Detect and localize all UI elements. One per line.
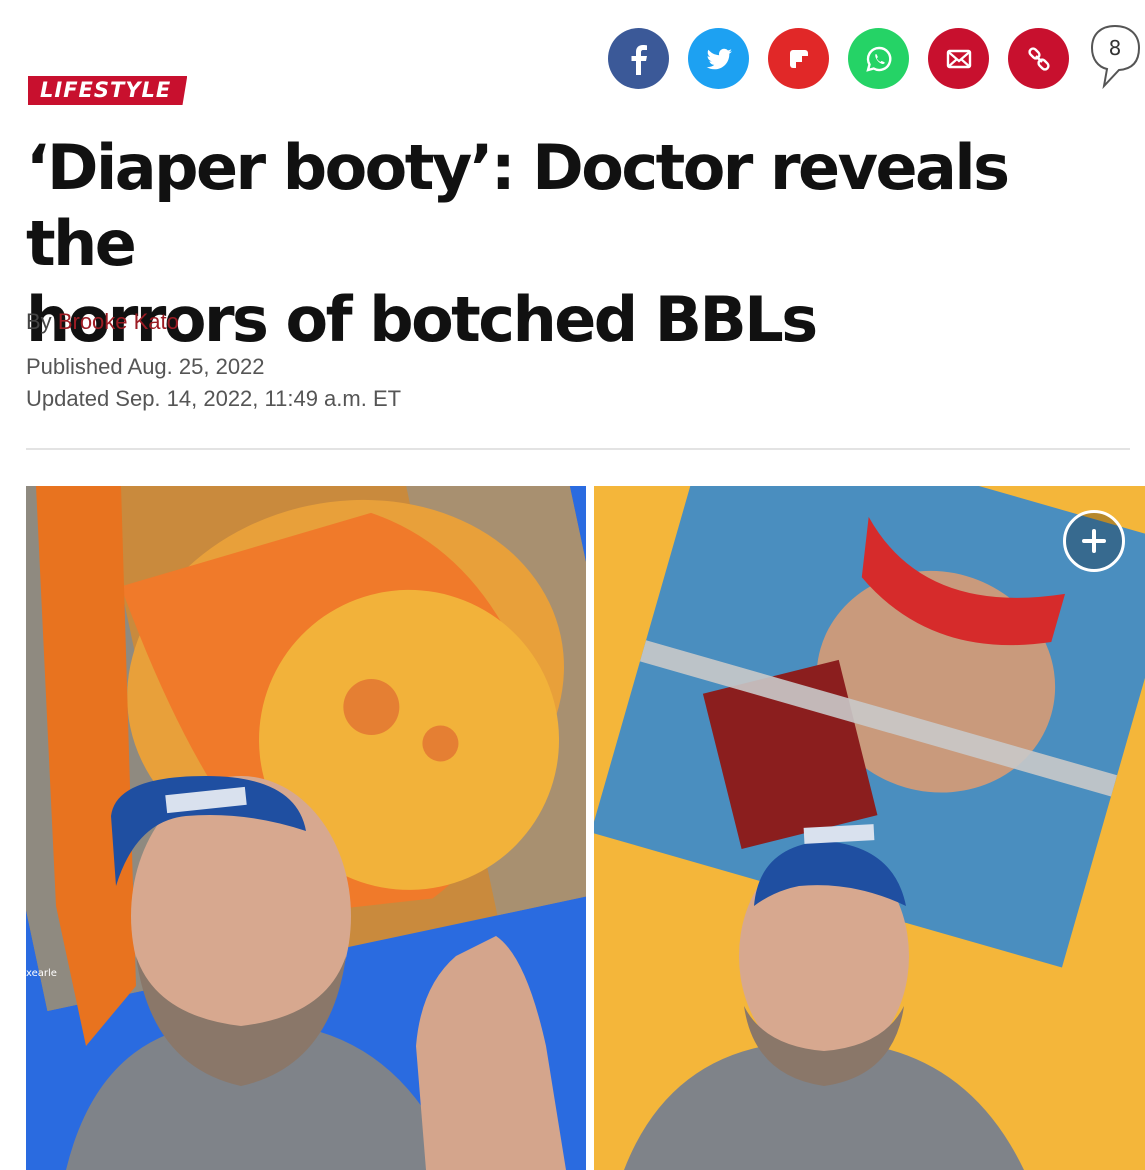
article-image-right[interactable] <box>594 486 1145 1170</box>
expand-image-button[interactable] <box>1063 510 1125 572</box>
flipboard-icon <box>789 49 808 68</box>
comment-count: 8 <box>1108 36 1122 60</box>
email-share-button[interactable] <box>928 28 989 89</box>
byline: By Brooke Kato <box>26 309 179 335</box>
headline-line-1: ‘Diaper booty’: Doctor reveals the <box>26 131 1010 280</box>
divider <box>26 448 1130 450</box>
twitter-share-button[interactable] <box>688 28 749 89</box>
updated-date: Updated Sep. 14, 2022, 11:49 a.m. ET <box>26 386 402 411</box>
left-photo-illustration: xearle <box>26 486 586 1170</box>
article-image-left[interactable]: xearle <box>26 486 586 1170</box>
flipboard-share-button[interactable] <box>768 28 829 89</box>
author-link[interactable]: Brooke Kato <box>58 309 179 334</box>
headline: ‘Diaper booty’: Doctor reveals the horro… <box>26 130 1126 358</box>
published-date: Published Aug. 25, 2022 <box>26 354 265 379</box>
comments-button[interactable]: 8 <box>1087 22 1143 90</box>
whatsapp-icon <box>865 46 891 72</box>
twitter-icon <box>706 48 732 69</box>
whatsapp-share-button[interactable] <box>848 28 909 89</box>
byline-prefix: By <box>26 309 52 334</box>
share-bar <box>608 28 1069 89</box>
facebook-icon <box>631 44 647 75</box>
link-icon <box>1027 46 1050 71</box>
left-caption: xearle <box>26 968 57 979</box>
copy-link-button[interactable] <box>1008 28 1069 89</box>
right-photo-illustration <box>594 486 1145 1170</box>
email-icon <box>946 49 971 68</box>
facebook-share-button[interactable] <box>608 28 669 89</box>
section-tag[interactable]: LIFESTYLE <box>28 76 188 105</box>
plus-icon <box>1082 529 1106 553</box>
